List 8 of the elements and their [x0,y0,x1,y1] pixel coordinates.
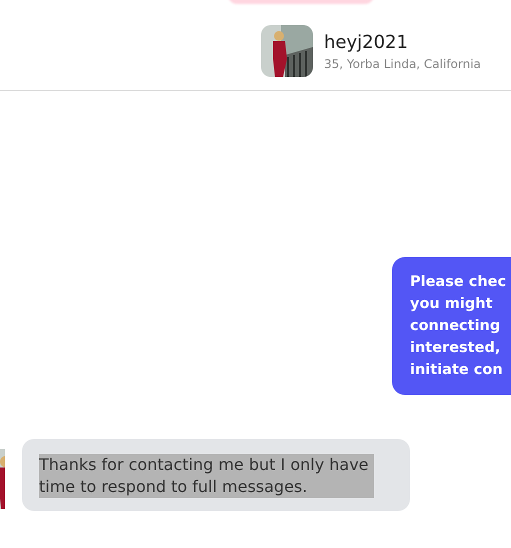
message-text-line: you might [410,295,492,314]
message-text-line: Please chec [410,273,506,292]
message-text-line: connecting [410,317,500,336]
profile-details: 35, Yorba Linda, California [324,56,481,70]
username: heyj2021 [324,32,409,52]
message-text-line: interested, [410,339,500,358]
message-text: Thanks for contacting me but I only have time to respond to full messages. [39,454,374,498]
message-text-line: initiate con [410,361,503,380]
